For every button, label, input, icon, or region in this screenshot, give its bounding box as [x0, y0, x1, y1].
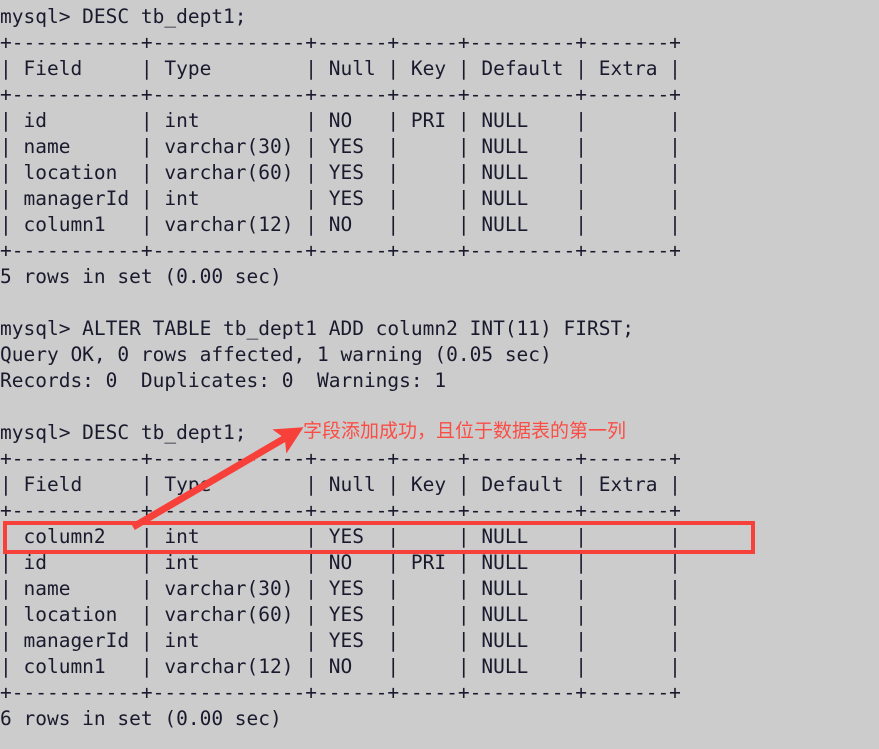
terminal-console-output: mysql> DESC tb_dept1; +-----------+-----…: [0, 5, 681, 730]
mysql-terminal-window: mysql> DESC tb_dept1; +-----------+-----…: [0, 0, 879, 749]
